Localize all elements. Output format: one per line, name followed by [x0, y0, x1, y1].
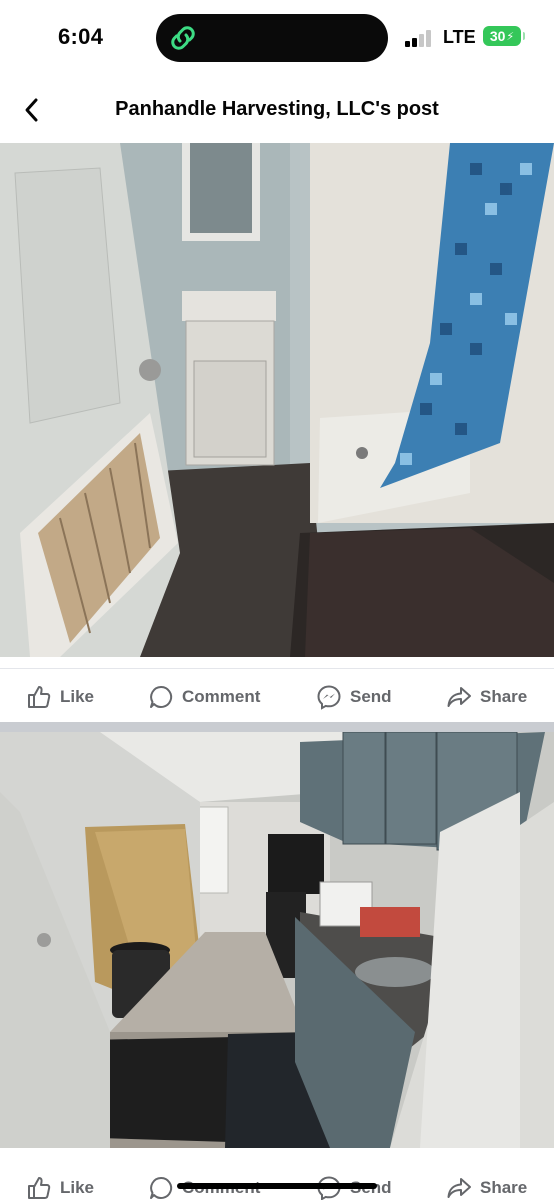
send-button[interactable]: Send	[316, 684, 392, 710]
thumbs-up-icon	[28, 685, 51, 708]
link-icon	[171, 26, 195, 50]
share-arrow-icon	[447, 1178, 471, 1198]
like-label: Like	[60, 1178, 95, 1197]
battery-level: 30	[489, 28, 506, 44]
signal-icon	[405, 29, 435, 47]
home-indicator[interactable]	[177, 1183, 377, 1189]
post-header: Panhandle Harvesting, LLC's post	[0, 76, 554, 143]
post-actions-bar: Like Comment Send Share	[0, 668, 554, 724]
like-button[interactable]: Like	[26, 1175, 94, 1200]
comment-icon	[150, 685, 173, 708]
battery-icon: 30 ⚡	[483, 26, 525, 46]
thumbs-up-icon	[28, 1177, 51, 1199]
network-type: LTE	[443, 27, 476, 47]
status-time: 6:04	[58, 24, 104, 49]
post-actions-bar: Like Comment Send Share	[0, 1160, 554, 1200]
share-label: Share	[480, 1178, 528, 1197]
post-photo-bathroom[interactable]	[0, 143, 554, 657]
page-title: Panhandle Harvesting, LLC's post	[115, 98, 439, 120]
comment-label: Comment	[182, 686, 261, 706]
like-label: Like	[60, 686, 95, 706]
comment-icon	[150, 1176, 173, 1199]
status-bar: 6:04 LTE 30 ⚡	[0, 0, 554, 76]
share-button[interactable]: Share	[446, 684, 527, 710]
messenger-icon	[317, 684, 341, 710]
like-button[interactable]: Like	[26, 684, 94, 710]
send-label: Send	[350, 686, 392, 706]
post-divider	[0, 722, 554, 732]
share-button[interactable]: Share	[446, 1175, 527, 1200]
share-arrow-icon	[447, 686, 471, 707]
share-label: Share	[480, 686, 528, 706]
dynamic-island	[156, 14, 388, 62]
comment-button[interactable]: Comment	[148, 684, 260, 710]
post-photo-kitchen[interactable]	[0, 732, 554, 1148]
